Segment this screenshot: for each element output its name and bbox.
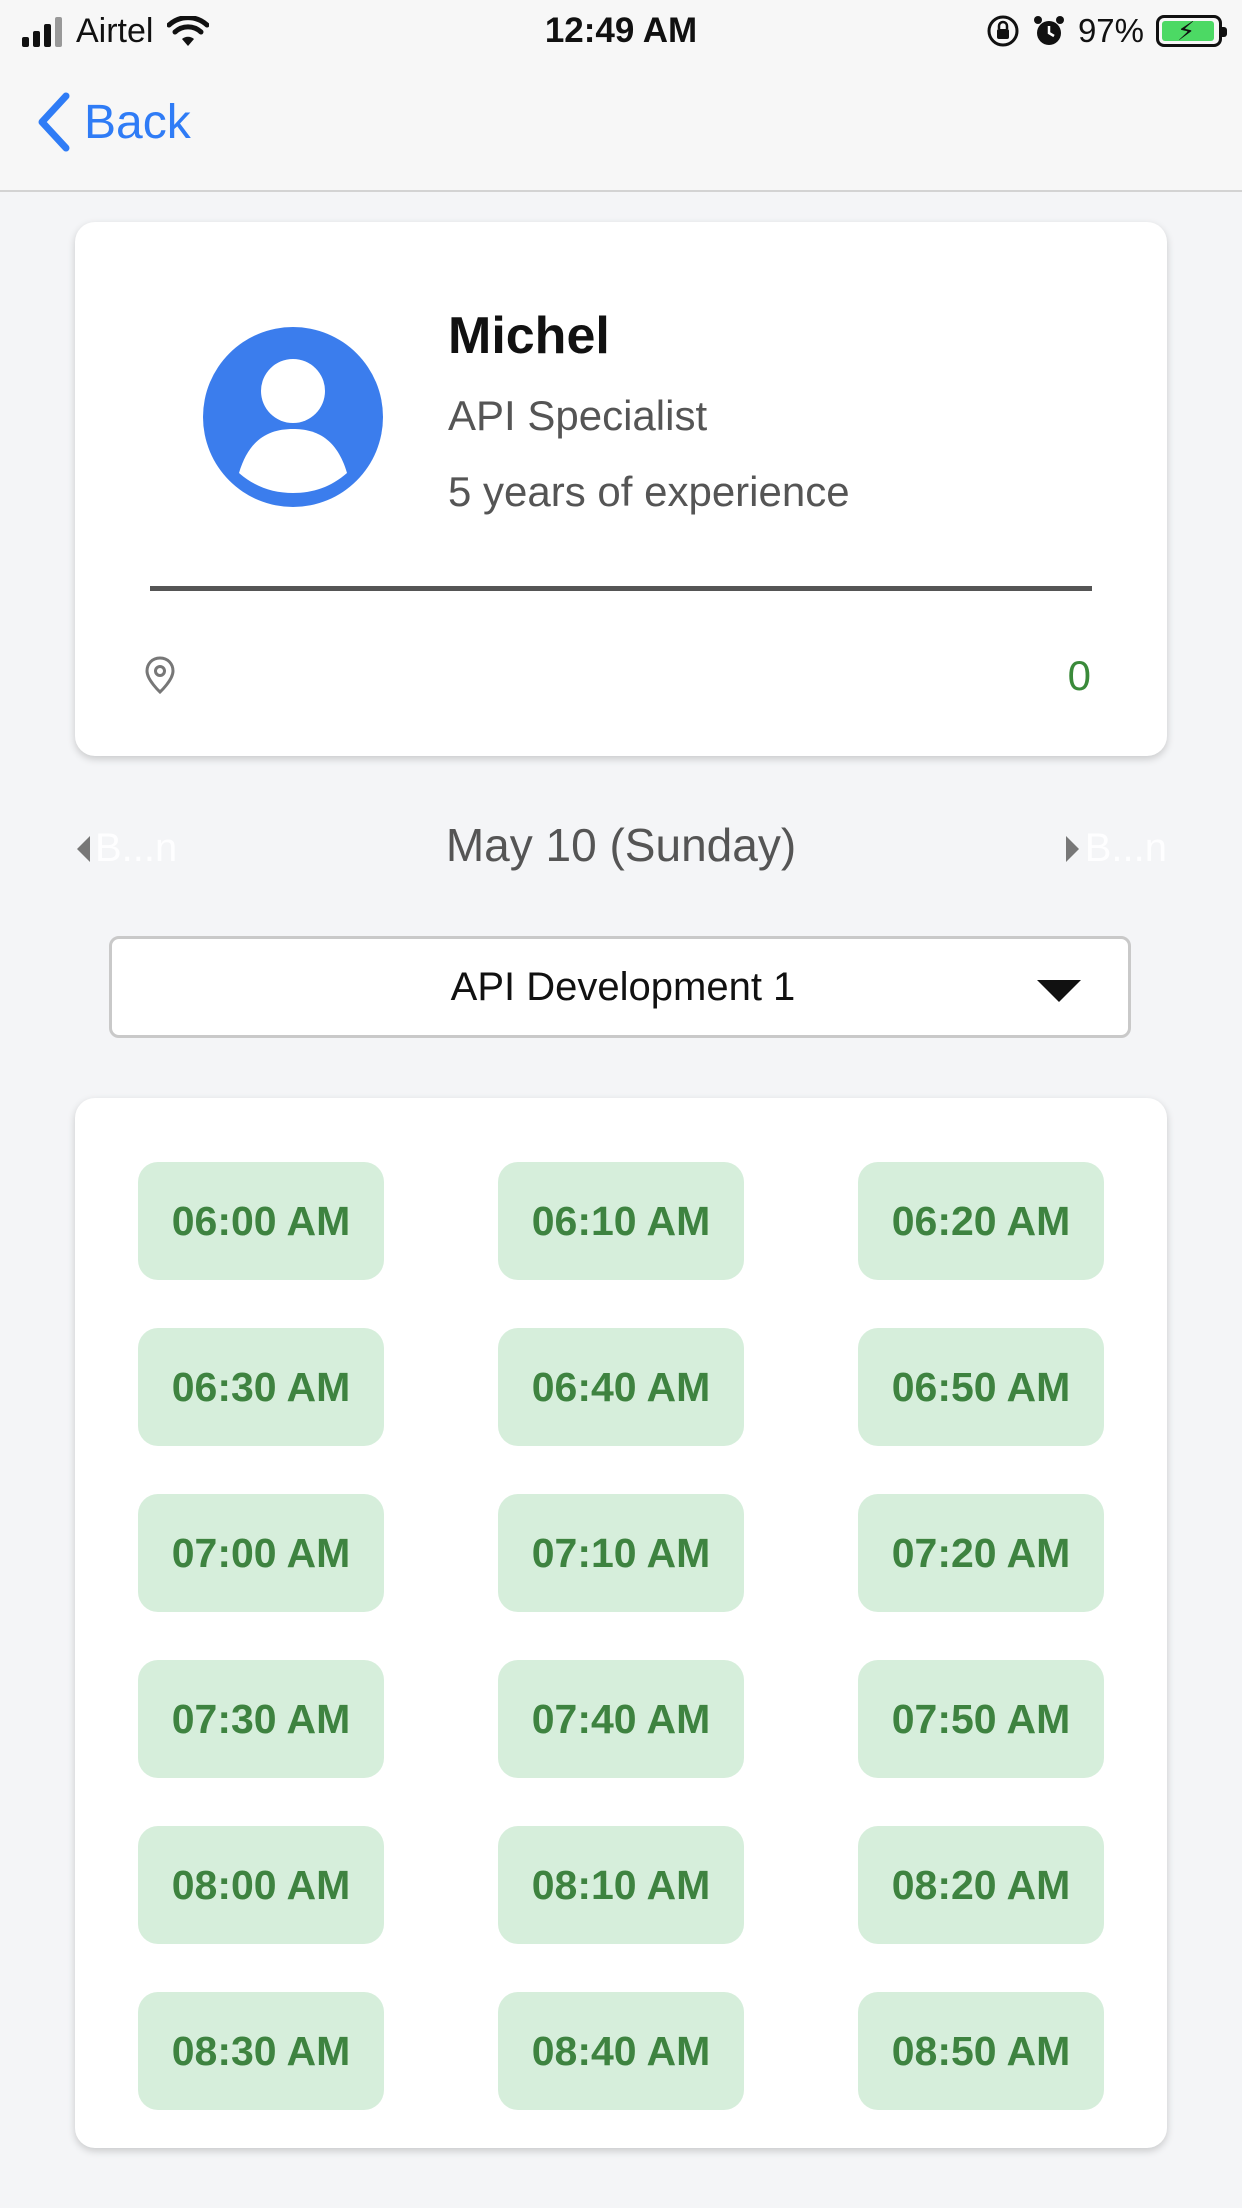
dropdown-arrow-icon [1037, 980, 1081, 1002]
time-slot-button[interactable]: 07:20 AM [858, 1494, 1104, 1612]
time-slot-button[interactable]: 06:20 AM [858, 1162, 1104, 1280]
chevron-left-icon [38, 92, 70, 152]
divider [150, 586, 1092, 591]
next-date-button[interactable]: B...n [1065, 826, 1167, 871]
date-navigator: B...n May 10 (Sunday) B...n [75, 812, 1167, 882]
time-slot-row: 06:00 AM 06:10 AM 06:20 AM [138, 1162, 1104, 1280]
time-slot-row: 08:00 AM 08:10 AM 08:20 AM [138, 1826, 1104, 1944]
time-slot-grid: 06:00 AM 06:10 AM 06:20 AM 06:30 AM 06:40 AM… [138, 1162, 1104, 2158]
nav-bar: Back [0, 64, 1242, 192]
profile-count: 0 [1067, 652, 1091, 699]
time-slot-row: 08:30 AM 08:40 AM 08:50 AM [138, 1992, 1104, 2110]
service-select-value: API Development 1 [450, 965, 796, 1009]
time-slot-button[interactable]: 08:50 AM [858, 1992, 1104, 2110]
time-slots-card: 06:00 AM 06:10 AM 06:20 AM 06:30 AM 06:40 AM… [75, 1098, 1167, 2148]
profile-role: API Specialist [448, 392, 708, 439]
avatar-icon [203, 327, 383, 507]
time-slot-button[interactable]: 07:40 AM [498, 1660, 744, 1778]
orientation-lock-icon [987, 15, 1019, 47]
caret-right-icon [1065, 835, 1079, 862]
next-date-label: B...n [1084, 826, 1167, 870]
location-pin-icon [145, 656, 175, 694]
service-select[interactable]: API Development 1 [109, 936, 1131, 1038]
time-slot-row: 07:00 AM 07:10 AM 07:20 AM [138, 1494, 1104, 1612]
time-slot-button[interactable]: 07:50 AM [858, 1660, 1104, 1778]
time-slot-button[interactable]: 07:30 AM [138, 1660, 384, 1778]
battery-icon: ⚡ [1156, 15, 1227, 47]
time-slot-button[interactable]: 08:40 AM [498, 1992, 744, 2110]
profile-card: Michel API Specialist 5 years of experie… [75, 222, 1167, 756]
charging-bolt-icon: ⚡ [1177, 16, 1196, 46]
time-slot-row: 07:30 AM 07:40 AM 07:50 AM [138, 1660, 1104, 1778]
back-button[interactable]: Back [36, 92, 191, 152]
time-slot-row: 06:30 AM 06:40 AM 06:50 AM [138, 1328, 1104, 1446]
back-label: Back [84, 95, 191, 149]
time-slot-button[interactable]: 07:00 AM [138, 1494, 384, 1612]
time-slot-button[interactable]: 07:10 AM [498, 1494, 744, 1612]
status-right: 97% ⚡ [986, 12, 1227, 50]
time-slot-button[interactable]: 08:20 AM [858, 1826, 1104, 1944]
time-slot-button[interactable]: 08:00 AM [138, 1826, 384, 1944]
time-slot-button[interactable]: 06:00 AM [138, 1162, 384, 1280]
alarm-icon [1033, 16, 1064, 45]
time-slot-button[interactable]: 08:10 AM [498, 1826, 744, 1944]
time-slot-button[interactable]: 08:30 AM [138, 1992, 384, 2110]
battery-percent: 97% [1077, 12, 1144, 49]
profile-experience: 5 years of experience [448, 468, 850, 515]
time-slot-button[interactable]: 06:50 AM [858, 1328, 1104, 1446]
time-slot-button[interactable]: 06:30 AM [138, 1328, 384, 1446]
profile-name: Michel [448, 307, 610, 365]
current-date: May 10 (Sunday) [445, 819, 797, 871]
time-slot-button[interactable]: 06:10 AM [498, 1162, 744, 1280]
status-bar: Airtel 12:49 AM 97% ⚡ [0, 0, 1242, 64]
time-slot-button[interactable]: 06:40 AM [498, 1328, 744, 1446]
